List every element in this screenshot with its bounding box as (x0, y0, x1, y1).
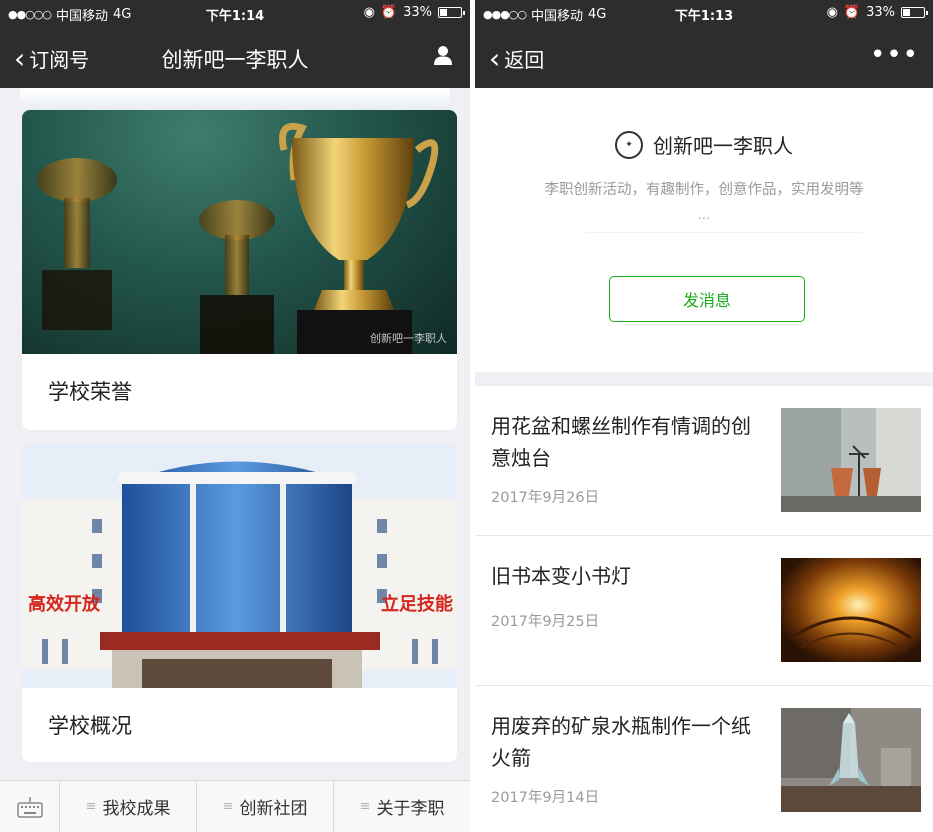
water-bottle-rocket-photo (781, 708, 921, 812)
article-item[interactable]: 旧书本变小书灯 2017年9月25日 (475, 536, 933, 686)
account-logo-icon: ✦ (615, 130, 643, 159)
back-label: 返回 (504, 48, 545, 72)
menu-item-about[interactable]: ≡ 关于李职 (334, 781, 470, 832)
keyboard-icon (16, 796, 43, 818)
account-description: 李职创新活动，有趣制作，创意作品，实用发明等 (544, 182, 864, 198)
trophy-photo: 创新吧一李职人 (22, 110, 457, 354)
watermark: 创新吧一李职人 (370, 332, 447, 345)
right-banner-text: 立足技能 (381, 594, 453, 615)
description-ellipsis[interactable]: ... (475, 208, 933, 223)
chevron-left-icon: ‹ (489, 41, 501, 75)
article-date: 2017年9月14日 (491, 790, 600, 806)
school-honor-card[interactable]: 创新吧一李职人 学校荣誉 (22, 110, 457, 430)
navigation-bar: ‹ 订阅号 创新吧一李职人 (0, 26, 470, 88)
user-profile-icon[interactable] (432, 44, 454, 66)
article-title: 旧书本变小书灯 (491, 564, 631, 588)
article-date: 2017年9月26日 (491, 490, 600, 506)
article-title: 用花盆和螺丝制作有情调的创意烛台 (491, 414, 751, 470)
left-banner-text: 高效开放 (28, 594, 100, 615)
back-button[interactable]: ‹ 返回 (489, 44, 544, 73)
article-thumbnail (781, 708, 921, 812)
alarm-icon: ⏰ (380, 5, 398, 20)
battery-fill (903, 9, 910, 16)
keyboard-toggle[interactable] (0, 781, 60, 832)
building-photo: 高效开放 立足技能 (22, 444, 457, 688)
navigation-bar: ‹ 返回 ••• (475, 26, 933, 88)
subscription-menu-screen: ●●○○○ 中国移动 4G 下午1:14 ◉ ⏰ 33% ‹ 订阅号 创新吧一李… (0, 0, 470, 832)
school-overview-card[interactable]: 高效开放 立足技能 学校概况 (22, 444, 457, 762)
orientation-lock-icon: ◉ (363, 5, 375, 20)
page-title: 创新吧一李职人 (161, 48, 309, 72)
candle-holder-photo (781, 408, 921, 512)
battery-percent: 33% (403, 5, 432, 20)
article-list: 用花盆和螺丝制作有情调的创意烛台 2017年9月26日 旧书本变小书灯 2017… (475, 386, 933, 832)
status-bar: ●●●○○ 中国移动 4G 下午1:13 ◉ ⏰ 33% (475, 0, 933, 26)
orientation-lock-icon: ◉ (826, 5, 838, 20)
book-lamp-photo (781, 558, 921, 662)
divider (585, 232, 863, 233)
trophy-illustration (37, 122, 439, 354)
article-thumbnail (781, 558, 921, 662)
account-profile-header: ✦ 创新吧一李职人 李职创新活动，有趣制作，创意作品，实用发明等 ... 发消息 (475, 88, 933, 372)
school-honor-label: 学校荣誉 (48, 380, 132, 404)
alarm-icon: ⏰ (843, 5, 861, 20)
article-date: 2017年9月25日 (491, 614, 600, 630)
article-item[interactable]: 用废弃的矿泉水瓶制作一个纸火箭 2017年9月14日 (475, 686, 933, 832)
menu-lines-icon: ≡ (359, 799, 371, 814)
menu-item-label: 我校成果 (102, 799, 171, 819)
school-overview-label: 学校概况 (48, 714, 132, 738)
account-profile-screen: ●●●○○ 中国移动 4G 下午1:13 ◉ ⏰ 33% ‹ 返回 ••• ✦ … (475, 0, 933, 832)
send-message-button[interactable]: 发消息 (609, 276, 805, 322)
menu-item-label: 创新社团 (239, 799, 308, 819)
more-options-icon[interactable]: ••• (870, 40, 919, 70)
battery-icon (438, 7, 465, 18)
battery-icon (901, 7, 928, 18)
account-name: 创新吧一李职人 (653, 134, 793, 158)
menu-item-clubs[interactable]: ≡ 创新社团 (197, 781, 334, 832)
article-item[interactable]: 用花盆和螺丝制作有情调的创意烛台 2017年9月26日 (475, 386, 933, 536)
menu-lines-icon: ≡ (85, 799, 97, 814)
menu-item-achievements[interactable]: ≡ 我校成果 (60, 781, 197, 832)
menu-item-label: 关于李职 (376, 799, 445, 819)
school-building-illustration (22, 444, 457, 688)
menu-lines-icon: ≡ (222, 799, 234, 814)
menu-card-list: 创新吧一李职人 学校荣誉 高效开放 立足技能 学校概况 (0, 88, 470, 780)
custom-menu-bar: ≡ 我校成果 ≡ 创新社团 ≡ 关于李职 (0, 780, 470, 832)
article-thumbnail (781, 408, 921, 512)
status-bar: ●●○○○ 中国移动 4G 下午1:14 ◉ ⏰ 33% (0, 0, 470, 26)
battery-percent: 33% (866, 5, 895, 20)
article-title: 用废弃的矿泉水瓶制作一个纸火箭 (491, 714, 751, 770)
previous-card-peek (20, 88, 450, 110)
battery-fill (440, 9, 447, 16)
